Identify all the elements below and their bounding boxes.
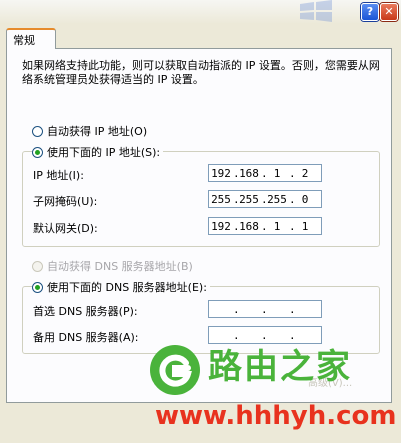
close-button[interactable]: ✕ (380, 3, 398, 21)
radio-manual-dns-label: 使用下面的 DNS 服务器地址(E): (47, 281, 207, 294)
close-icon: ✕ (384, 5, 394, 18)
subnet-mask-label: 子网掩码(U): (33, 195, 98, 208)
radio-auto-dns-indicator (32, 260, 43, 272)
default-gateway-octet-3: 1 (273, 219, 281, 233)
radio-manual-ip-indicator (32, 146, 43, 158)
radio-auto-dns[interactable]: 自动获得 DNS 服务器地址(B) (32, 258, 193, 274)
subnet-mask-octet-3: 255 (267, 192, 287, 206)
radio-auto-ip-label: 自动获得 IP 地址(O) (47, 125, 148, 138)
ip-address-label: IP 地址(I): (33, 169, 84, 182)
alternate-dns-input[interactable]: . . . (208, 326, 322, 344)
alternate-dns-label: 备用 DNS 服务器(A): (33, 331, 139, 344)
ip-address-octet-2: 168 (239, 166, 259, 180)
preferred-dns-label: 首选 DNS 服务器(P): (33, 305, 138, 318)
default-gateway-input[interactable]: 192. 168. 1. 1 (208, 217, 322, 235)
preferred-dns-input[interactable]: . . . (208, 300, 322, 318)
watermark-brand: 路由之家 (208, 347, 352, 387)
default-gateway-label: 默认网关(D): (33, 222, 98, 235)
radio-auto-ip[interactable]: 自动获得 IP 地址(O) (32, 123, 147, 139)
help-button[interactable]: ? (361, 3, 379, 21)
ip-address-input[interactable]: 192. 168. 1. 2 (208, 164, 322, 182)
radio-manual-dns-indicator (32, 281, 43, 293)
ip-address-octet-1: 192 (211, 166, 231, 180)
router-home-logo-icon (150, 345, 200, 395)
help-icon: ? (366, 5, 374, 18)
ip-address-octet-4: 2 (301, 166, 309, 180)
ip-address-octet-3: 1 (273, 166, 281, 180)
description-text: 如果网络支持此功能，则可以获取自动指派的 IP 设置。否则，您需要从网络系统管理… (22, 59, 380, 86)
default-gateway-octet-2: 168 (239, 219, 259, 233)
tab-general-label: 常规 (13, 34, 35, 47)
title-bar: ? ✕ (0, 0, 401, 24)
default-gateway-octet-1: 192 (211, 219, 231, 233)
subnet-mask-input[interactable]: 255. 255. 255. 0 (208, 190, 322, 208)
subnet-mask-octet-4: 0 (301, 192, 309, 206)
windows-logo-icon (300, 0, 332, 22)
radio-manual-ip-label: 使用下面的 IP 地址(S): (47, 146, 161, 159)
watermark-url: www.hhhyh.com (155, 401, 397, 431)
tab-general[interactable]: 常规 (6, 28, 56, 49)
radio-auto-ip-indicator (32, 125, 43, 137)
subnet-mask-octet-1: 255 (211, 192, 231, 206)
radio-manual-ip[interactable]: 使用下面的 IP 地址(S): (32, 144, 164, 160)
radio-auto-dns-label: 自动获得 DNS 服务器地址(B) (47, 260, 193, 273)
subnet-mask-octet-2: 255 (239, 192, 259, 206)
default-gateway-octet-4: 1 (301, 219, 309, 233)
radio-manual-dns[interactable]: 使用下面的 DNS 服务器地址(E): (32, 279, 210, 295)
